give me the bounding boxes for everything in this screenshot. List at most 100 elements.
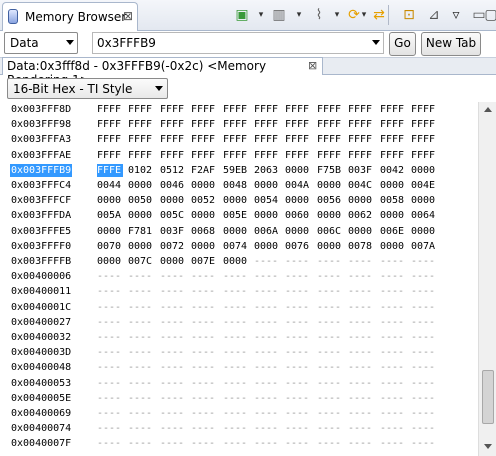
memory-cell[interactable]: 006E bbox=[380, 225, 406, 238]
memory-cell[interactable]: 0000 bbox=[348, 194, 374, 207]
memory-cell[interactable]: ---- bbox=[254, 392, 280, 405]
memory-cell[interactable]: ---- bbox=[285, 361, 311, 374]
memory-cell[interactable]: 0044 bbox=[97, 179, 123, 192]
memory-cell[interactable]: FFFF bbox=[223, 133, 249, 146]
memory-cell[interactable]: ---- bbox=[285, 331, 311, 344]
memory-cell[interactable]: 0000 bbox=[380, 240, 406, 253]
memory-cell[interactable]: 0000 bbox=[317, 179, 343, 192]
memory-cell[interactable]: ---- bbox=[380, 437, 406, 450]
memory-cell[interactable]: ---- bbox=[128, 331, 154, 344]
memory-cell[interactable]: FFFF bbox=[380, 149, 406, 162]
memory-cell[interactable]: ---- bbox=[160, 377, 186, 390]
row-address[interactable]: 0x00400032 bbox=[11, 331, 71, 344]
memory-cell[interactable]: F75B bbox=[317, 164, 343, 177]
memory-cell[interactable]: ---- bbox=[223, 331, 249, 344]
memory-cell[interactable]: ---- bbox=[348, 377, 374, 390]
chip-icon[interactable]: ▣ bbox=[233, 7, 251, 23]
memory-cell[interactable]: ---- bbox=[348, 316, 374, 329]
memory-cell[interactable]: ---- bbox=[97, 407, 123, 420]
memory-cell[interactable]: ---- bbox=[411, 285, 437, 298]
close-rendering-icon[interactable]: ⊠ bbox=[308, 59, 317, 72]
memory-cell[interactable]: ---- bbox=[160, 316, 186, 329]
memory-cell[interactable]: FFFF bbox=[160, 103, 186, 116]
memory-cell[interactable]: 0000 bbox=[223, 194, 249, 207]
row-address[interactable]: 0x00400011 bbox=[11, 285, 71, 298]
chip-menu-arrow-icon[interactable]: ▾ bbox=[257, 7, 265, 23]
memory-cell[interactable]: ---- bbox=[191, 377, 217, 390]
memory-cell[interactable]: ---- bbox=[348, 331, 374, 344]
close-view-icon[interactable]: ⊠ bbox=[123, 9, 133, 23]
memory-cell[interactable]: ---- bbox=[380, 316, 406, 329]
memory-cell[interactable]: ---- bbox=[223, 407, 249, 420]
memory-cell[interactable]: ---- bbox=[317, 346, 343, 359]
memory-cell[interactable]: FFFF bbox=[223, 118, 249, 131]
row-address[interactable]: 0x0040005E bbox=[11, 392, 71, 405]
memory-cell[interactable]: FFFF bbox=[97, 133, 123, 146]
memory-cell[interactable]: ---- bbox=[380, 422, 406, 435]
row-address[interactable]: 0x003FFFB9 bbox=[10, 164, 73, 177]
row-address[interactable]: 0x003FFFFB bbox=[11, 255, 71, 268]
memory-cell[interactable]: ---- bbox=[285, 285, 311, 298]
memory-cell[interactable]: 0000 bbox=[97, 225, 123, 238]
memory-cell[interactable]: ---- bbox=[223, 285, 249, 298]
memory-cell[interactable]: ---- bbox=[97, 331, 123, 344]
memory-cell[interactable]: ---- bbox=[191, 407, 217, 420]
refresh-menu-arrow-icon[interactable]: ▾ bbox=[360, 7, 368, 23]
memory-cell[interactable]: ---- bbox=[223, 270, 249, 283]
memory-cell[interactable]: FFFF bbox=[254, 149, 280, 162]
memory-cell[interactable]: ---- bbox=[411, 437, 437, 450]
memory-cell[interactable]: ---- bbox=[191, 270, 217, 283]
memory-cell[interactable]: ---- bbox=[128, 346, 154, 359]
memory-cell[interactable]: 0068 bbox=[191, 225, 217, 238]
memory-cell[interactable]: ---- bbox=[348, 255, 374, 268]
fill-memory-icon[interactable]: ⌇ bbox=[310, 7, 328, 23]
memory-cell[interactable]: ---- bbox=[160, 346, 186, 359]
maximize-icon[interactable]: ▢ bbox=[482, 7, 496, 23]
memory-cell[interactable]: ---- bbox=[317, 407, 343, 420]
memory-cell[interactable]: ---- bbox=[97, 316, 123, 329]
memory-cell[interactable]: 0058 bbox=[380, 194, 406, 207]
memory-cell[interactable]: ---- bbox=[97, 377, 123, 390]
memory-cell[interactable]: ---- bbox=[223, 361, 249, 374]
memory-cell[interactable]: ---- bbox=[160, 361, 186, 374]
memory-cell[interactable]: ---- bbox=[128, 316, 154, 329]
memory-cell[interactable]: ---- bbox=[285, 407, 311, 420]
memory-cell[interactable]: 0000 bbox=[97, 255, 123, 268]
memory-cell[interactable]: ---- bbox=[380, 285, 406, 298]
memory-cell[interactable]: ---- bbox=[128, 422, 154, 435]
memory-cell[interactable]: FFFF bbox=[191, 133, 217, 146]
memory-cell[interactable]: ---- bbox=[348, 361, 374, 374]
memory-cell[interactable]: FFFF bbox=[348, 149, 374, 162]
memory-cell[interactable]: ---- bbox=[191, 285, 217, 298]
memory-cell[interactable]: 004C bbox=[348, 179, 374, 192]
new-window-icon[interactable]: ⊡ bbox=[400, 7, 418, 23]
memory-rendering-tab[interactable]: Data:0x3fff8d - 0x3FFFB9(-0x2c) <Memory … bbox=[2, 57, 323, 87]
memory-cell[interactable]: ---- bbox=[380, 301, 406, 314]
memory-cell[interactable]: FFFF bbox=[348, 103, 374, 116]
memory-cell[interactable]: ---- bbox=[411, 392, 437, 405]
memory-cell[interactable]: ---- bbox=[191, 346, 217, 359]
memory-cell[interactable]: ---- bbox=[285, 377, 311, 390]
memory-cell[interactable]: 0000 bbox=[128, 179, 154, 192]
memory-cell[interactable]: 0000 bbox=[317, 240, 343, 253]
memory-cell[interactable]: ---- bbox=[285, 301, 311, 314]
memory-cell[interactable]: ---- bbox=[348, 437, 374, 450]
memory-cell[interactable]: ---- bbox=[223, 377, 249, 390]
memory-cell[interactable]: 005C bbox=[160, 209, 186, 222]
memory-cell[interactable]: ---- bbox=[380, 407, 406, 420]
memory-cell[interactable]: 0000 bbox=[411, 225, 437, 238]
memory-browser-tab[interactable]: Memory Browser ⊠ bbox=[2, 2, 138, 31]
memory-cell[interactable]: FFFF bbox=[285, 149, 311, 162]
memory-cell[interactable]: F781 bbox=[128, 225, 154, 238]
memory-cell[interactable]: ---- bbox=[348, 301, 374, 314]
memory-cell[interactable]: 0050 bbox=[128, 194, 154, 207]
vertical-scrollbar[interactable] bbox=[478, 102, 496, 456]
memory-cell[interactable]: FFFF bbox=[254, 133, 280, 146]
memory-cell[interactable]: ---- bbox=[128, 361, 154, 374]
scroll-down-arrow-icon[interactable] bbox=[484, 444, 492, 449]
memory-cell[interactable]: ---- bbox=[254, 346, 280, 359]
memory-cell[interactable]: FFFF bbox=[317, 118, 343, 131]
memory-cell[interactable]: ---- bbox=[411, 270, 437, 283]
memory-cell[interactable]: ---- bbox=[191, 361, 217, 374]
memory-cell[interactable]: FFFF bbox=[411, 103, 437, 116]
